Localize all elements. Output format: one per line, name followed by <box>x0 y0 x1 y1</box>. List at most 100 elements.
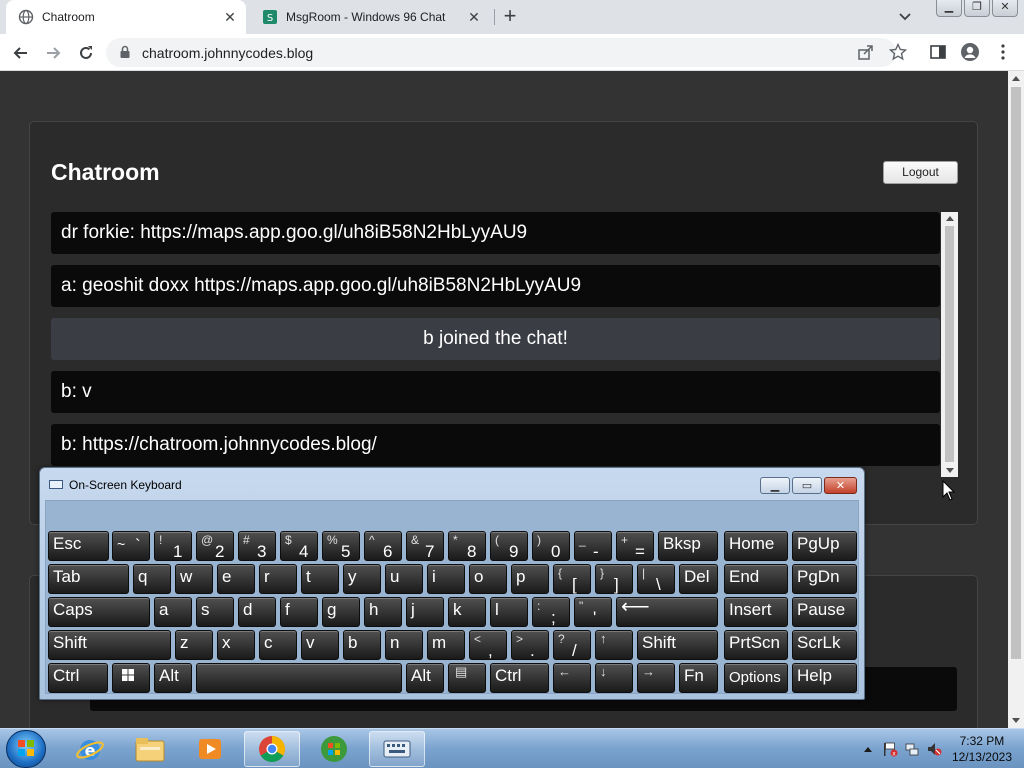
key-e[interactable]: e <box>217 564 255 594</box>
new-tab-icon[interactable]: + <box>498 5 522 29</box>
key-c[interactable]: c <box>259 630 297 660</box>
volume-muted-icon[interactable] <box>926 741 942 757</box>
key-ctrl-right[interactable]: Ctrl <box>490 663 549 693</box>
key-2[interactable]: @2 <box>196 531 234 561</box>
file-explorer-icon[interactable] <box>122 731 178 767</box>
key-semicolon[interactable]: :; <box>532 597 570 627</box>
key-menu[interactable]: ▤ <box>448 663 486 693</box>
show-hidden-icons-chevron-icon[interactable] <box>860 741 876 757</box>
osk-close-icon[interactable]: ✕ <box>824 477 857 494</box>
key-t[interactable]: t <box>301 564 339 594</box>
key-6[interactable]: ^ 6 <box>364 531 402 561</box>
minimize-window-icon[interactable]: ▁ <box>936 0 962 17</box>
key-j[interactable]: j <box>406 597 444 627</box>
key-shift-left[interactable]: Shift <box>48 630 171 660</box>
key-7[interactable]: & 7 <box>406 531 444 561</box>
key-z[interactable]: z <box>175 630 213 660</box>
key-l[interactable]: l <box>490 597 528 627</box>
key-n[interactable]: n <box>385 630 423 660</box>
on-screen-keyboard-taskbar-icon[interactable] <box>369 731 425 767</box>
key-comma[interactable]: <, <box>469 630 507 660</box>
taskbar-clock[interactable]: 7:32 PM 12/13/2023 <box>952 733 1012 765</box>
key-backspace[interactable]: Bksp <box>658 531 718 561</box>
key-quote[interactable]: " ' <box>574 597 612 627</box>
key-scrlk[interactable]: ScrLk <box>792 630 857 660</box>
tab-msgroom[interactable]: S MsgRoom - Windows 96 Chat ✕ <box>250 0 490 34</box>
key-u[interactable]: u <box>385 564 423 594</box>
media-player-icon[interactable] <box>182 731 238 767</box>
key-0[interactable]: ) 0 <box>532 531 570 561</box>
key-k[interactable]: k <box>448 597 486 627</box>
osk-minimize-icon[interactable]: ▁ <box>760 477 790 494</box>
key-b[interactable]: b <box>343 630 381 660</box>
key-4[interactable]: $4 <box>280 531 318 561</box>
key-q[interactable]: q <box>133 564 171 594</box>
key-pgup[interactable]: PgUp <box>792 531 857 561</box>
key-v[interactable]: v <box>301 630 339 660</box>
key-right-bracket[interactable]: }] <box>595 564 633 594</box>
key-up-arrow[interactable]: ↑ <box>595 630 633 660</box>
scrollbar-thumb[interactable] <box>945 226 954 462</box>
key-d[interactable]: d <box>238 597 276 627</box>
network-icon[interactable] <box>904 741 920 757</box>
key-space[interactable] <box>196 663 402 693</box>
key-backslash[interactable]: | \ <box>637 564 675 594</box>
close-tab-icon[interactable]: ✕ <box>220 7 240 27</box>
key-ctrl-left[interactable]: Ctrl <box>48 663 108 693</box>
back-arrow-icon[interactable] <box>8 40 34 66</box>
key-pause[interactable]: Pause <box>792 597 857 627</box>
maximize-window-icon[interactable]: ❐ <box>964 0 990 17</box>
key-p[interactable]: p <box>511 564 549 594</box>
key-left-bracket[interactable]: {[ <box>553 564 591 594</box>
scroll-up-arrow-icon[interactable] <box>1012 76 1020 81</box>
key-left-arrow[interactable]: ← <box>553 663 591 693</box>
scroll-up-arrow-icon[interactable] <box>946 216 954 221</box>
key-5[interactable]: % 5 <box>322 531 360 561</box>
key-down-arrow[interactable]: ↓ <box>595 663 633 693</box>
key-right-arrow[interactable]: → <box>637 663 675 693</box>
message-list[interactable]: dr forkie: https://maps.app.goo.gl/uh8iB… <box>51 212 941 477</box>
key-slash[interactable]: ? / <box>553 630 591 660</box>
reload-icon[interactable] <box>73 40 99 66</box>
chrome-icon[interactable] <box>244 731 300 767</box>
key-alt-left[interactable]: Alt <box>154 663 192 693</box>
key-tab[interactable]: Tab <box>48 564 129 594</box>
key-prtscn[interactable]: PrtScn <box>724 630 788 660</box>
tab-chatroom[interactable]: Chatroom ✕ <box>6 0 246 34</box>
osk-maximize-icon[interactable]: ▭ <box>792 477 822 494</box>
bookmark-star-icon[interactable] <box>888 42 908 62</box>
key-a[interactable]: a <box>154 597 192 627</box>
key-enter[interactable]: ⟵ <box>616 597 718 627</box>
key-pgdn[interactable]: PgDn <box>792 564 857 594</box>
key-1[interactable]: ! 1 <box>154 531 192 561</box>
scroll-down-arrow-icon[interactable] <box>946 468 954 473</box>
key-help[interactable]: Help <box>792 663 857 693</box>
forward-arrow-icon[interactable] <box>40 40 66 66</box>
scroll-down-arrow-icon[interactable] <box>1012 718 1020 723</box>
key-period[interactable]: >. <box>511 630 549 660</box>
address-bar[interactable]: chatroom.johnnycodes.blog <box>106 38 896 67</box>
key-y[interactable]: y <box>343 564 381 594</box>
lock-icon[interactable] <box>118 45 132 59</box>
page-scrollbar[interactable] <box>1008 71 1024 728</box>
profile-avatar-icon[interactable] <box>960 42 980 62</box>
key-i[interactable]: i <box>427 564 465 594</box>
windows-media-center-icon[interactable] <box>306 731 362 767</box>
key-end[interactable]: End <box>724 564 788 594</box>
key-m[interactable]: m <box>427 630 465 660</box>
key-windows[interactable] <box>112 663 150 693</box>
key-o[interactable]: o <box>469 564 507 594</box>
key-8[interactable]: * 8 <box>448 531 486 561</box>
logout-button[interactable]: Logout <box>883 161 958 184</box>
scrollbar-thumb[interactable] <box>1011 87 1021 659</box>
key-home[interactable]: Home <box>724 531 788 561</box>
key-del[interactable]: Del <box>679 564 718 594</box>
start-button[interactable] <box>6 730 46 768</box>
key-9[interactable]: (9 <box>490 531 528 561</box>
key-fn[interactable]: Fn <box>679 663 718 693</box>
key-f[interactable]: f <box>280 597 318 627</box>
key-g[interactable]: g <box>322 597 360 627</box>
internet-explorer-icon[interactable]: e <box>62 731 118 767</box>
key-r[interactable]: r <box>259 564 297 594</box>
tab-search-chevron-icon[interactable] <box>896 9 914 25</box>
